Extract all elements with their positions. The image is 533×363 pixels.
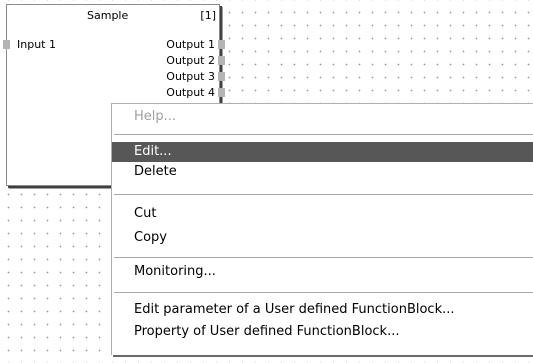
- menu-separator: [114, 292, 533, 294]
- menu-item-copy[interactable]: Copy: [112, 228, 533, 248]
- menu-separator: [114, 134, 533, 136]
- menu-separator: [114, 257, 533, 259]
- menu-item-cut[interactable]: Cut: [112, 204, 533, 224]
- context-menu: Help... Edit... Delete Cut Copy Monitori…: [111, 103, 533, 355]
- output-port-label: Output 3: [166, 70, 215, 83]
- block-title: Sample: [87, 9, 129, 22]
- input-port-label: Input 1: [17, 38, 56, 51]
- block-index: [1]: [200, 9, 216, 22]
- menu-item-edit-parameter[interactable]: Edit parameter of a User defined Functio…: [112, 300, 533, 320]
- menu-item-delete[interactable]: Delete: [112, 162, 533, 182]
- output-port-label: Output 4: [166, 86, 215, 99]
- output-port-4[interactable]: [218, 88, 225, 97]
- output-port-1[interactable]: [218, 40, 225, 49]
- output-port-label: Output 2: [166, 54, 215, 67]
- output-port-2[interactable]: [218, 56, 225, 65]
- menu-item-edit[interactable]: Edit...: [112, 142, 533, 162]
- menu-separator: [114, 194, 533, 196]
- menu-item-property[interactable]: Property of User defined FunctionBlock..…: [112, 322, 533, 342]
- input-port-1[interactable]: [3, 40, 10, 49]
- output-port-3[interactable]: [218, 72, 225, 81]
- menu-item-help: Help...: [134, 109, 177, 124]
- menu-item-monitoring[interactable]: Monitoring...: [112, 262, 533, 282]
- output-port-label: Output 1: [166, 38, 215, 51]
